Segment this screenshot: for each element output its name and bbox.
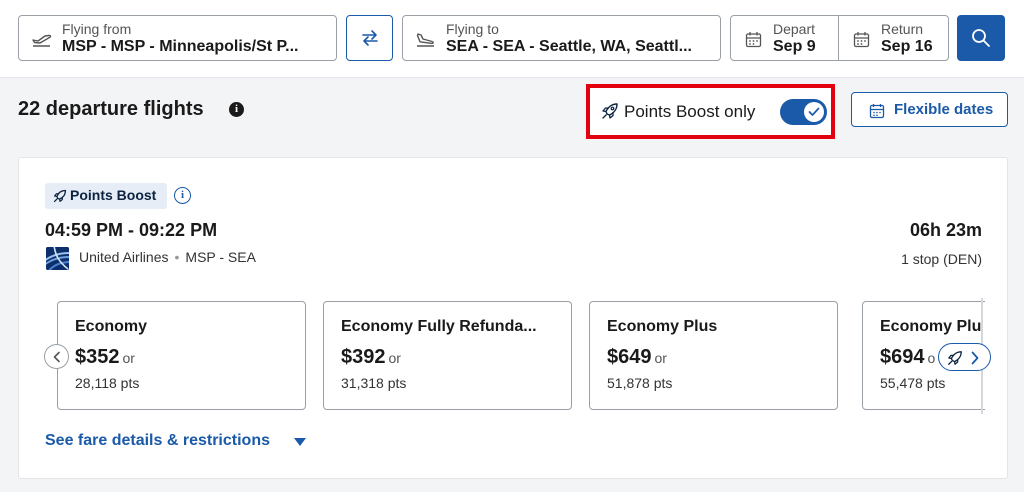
search-bar: Flying from MSP - MSP - Minneapolis/St P…	[0, 0, 1024, 78]
fare-options-carousel: Economy $352 or 28,118 pts Economy Fully …	[57, 301, 985, 412]
swap-cities-button[interactable]	[346, 15, 393, 61]
fare-name: Economy Plus	[607, 318, 718, 335]
points-boost-filter: Points Boost only	[586, 84, 835, 139]
fare-details-link[interactable]: See fare details & restrictions	[45, 432, 270, 450]
plane-takeoff-icon	[32, 34, 52, 47]
flight-duration: 06h 23m	[909, 220, 982, 240]
results-count-heading: 22 departure flights	[18, 98, 204, 120]
return-label: Return	[881, 21, 924, 37]
search-icon	[972, 29, 990, 47]
fare-name: Economy	[75, 318, 148, 335]
fare-price: $352 or	[75, 346, 135, 369]
fare-points: 28,118 pts	[75, 375, 140, 391]
rocket-icon	[53, 189, 67, 203]
plane-landing-icon	[416, 33, 434, 47]
united-airlines-logo	[46, 247, 69, 270]
flight-card: Points Boost i 04:59 PM - 09:22 PM Unite…	[18, 157, 1008, 479]
fare-price-value: $352	[75, 346, 120, 368]
flying-to-field[interactable]: Flying to SEA - SEA - Seattle, WA, Seatt…	[402, 15, 721, 61]
search-button[interactable]	[957, 15, 1005, 61]
points-boost-toggle-label: Points Boost only	[624, 102, 756, 121]
fare-option-economy[interactable]: Economy $352 or 28,118 pts	[57, 301, 306, 410]
flying-from-value: MSP - MSP - Minneapolis/St P...	[62, 38, 299, 55]
return-value: Sep 16	[881, 38, 933, 55]
chevron-right-icon	[971, 351, 979, 365]
depart-label: Depart	[773, 21, 816, 37]
caret-down-icon[interactable]	[294, 438, 306, 446]
fare-points: 31,318 pts	[341, 375, 407, 391]
calendar-icon	[745, 32, 762, 48]
separator-dot: •	[174, 249, 180, 265]
flying-from-field[interactable]: Flying from MSP - MSP - Minneapolis/St P…	[18, 15, 337, 61]
fare-price: $694 o	[880, 346, 935, 369]
points-boost-toggle[interactable]	[780, 99, 827, 125]
fare-or: or	[388, 350, 401, 366]
flexible-dates-label: Flexible dates	[894, 101, 994, 118]
flight-times: 04:59 PM - 09:22 PM	[45, 220, 218, 240]
checkmark-icon	[808, 107, 820, 116]
flying-from-label: Flying from	[62, 21, 132, 37]
depart-date-field[interactable]: Depart Sep 9	[730, 15, 839, 61]
fare-points: 55,478 pts	[880, 375, 946, 391]
rocket-icon	[948, 351, 962, 365]
flying-to-label: Flying to	[446, 21, 499, 37]
fare-price-value: $649	[607, 346, 652, 368]
fare-price-value: $694	[880, 346, 925, 368]
fare-points: 51,878 pts	[607, 375, 673, 391]
fare-or: or	[654, 350, 667, 366]
depart-value: Sep 9	[773, 38, 816, 55]
calendar-icon	[853, 32, 870, 48]
points-boost-badge-label: Points Boost	[70, 187, 157, 203]
swap-arrows-icon	[362, 30, 378, 46]
info-icon[interactable]: i	[229, 102, 244, 117]
badge-info-icon[interactable]: i	[174, 187, 191, 204]
toggle-knob	[804, 102, 824, 122]
route: MSP - SEA	[185, 249, 256, 265]
flexible-dates-button[interactable]: Flexible dates	[851, 92, 1008, 127]
fare-or: o	[927, 350, 936, 366]
rocket-icon	[602, 103, 618, 119]
return-date-field[interactable]: Return Sep 16	[838, 15, 949, 61]
airline-name: United Airlines	[79, 249, 169, 265]
calendar-icon	[869, 104, 885, 119]
chevron-left-icon	[53, 351, 60, 363]
flying-to-value: SEA - SEA - Seattle, WA, Seattl...	[446, 38, 692, 55]
fare-option-economy-plus[interactable]: Economy Plus $649 or 51,878 pts	[589, 301, 838, 410]
flight-stops: 1 stop (DEN)	[901, 251, 982, 267]
fare-option-economy-fully-refundable[interactable]: Economy Fully Refunda... $392 or 31,318 p…	[323, 301, 572, 410]
fare-or: or	[122, 350, 135, 366]
fare-price: $392 or	[341, 346, 401, 369]
carousel-next-button[interactable]	[938, 343, 991, 371]
fare-name: Economy Plu	[880, 318, 982, 335]
fare-price: $649 or	[607, 346, 667, 369]
fare-name: Economy Fully Refunda...	[341, 318, 537, 335]
points-boost-badge: Points Boost	[45, 183, 167, 209]
fare-price-value: $392	[341, 346, 386, 368]
carousel-prev-button[interactable]	[44, 344, 69, 369]
airline-route-row: United Airlines • MSP - SEA	[79, 249, 256, 265]
